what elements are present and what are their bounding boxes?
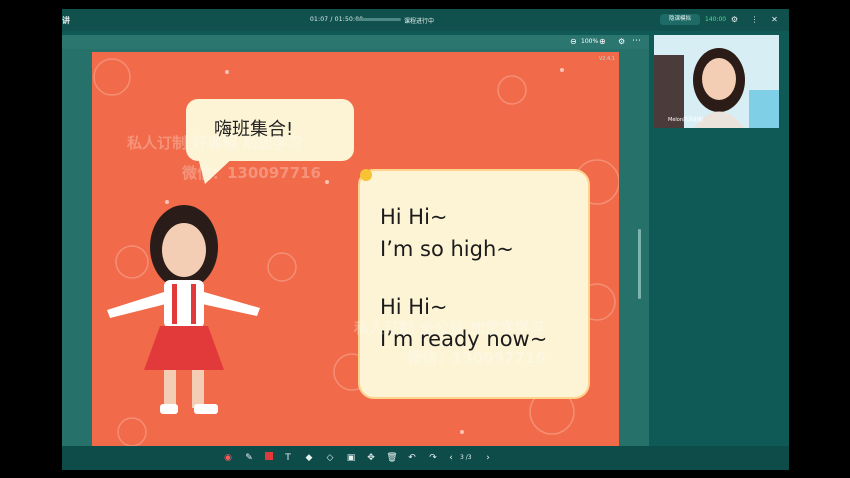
cartoon-girl-figure xyxy=(107,205,260,414)
watermark-1: 私人订制 好课程 助您学习 xyxy=(127,134,303,152)
time-progress-bar xyxy=(356,18,401,21)
board-toolbar: ⊖ 100% ⊕ ⚙ ⋯ xyxy=(62,35,649,49)
vertical-scrollbar[interactable] xyxy=(638,229,641,299)
next-page-icon[interactable]: › xyxy=(482,452,494,464)
save-icon[interactable]: ▣ xyxy=(345,452,357,464)
board-more-icon[interactable]: ⋯ xyxy=(632,36,641,46)
bottom-toolbar: ◉ ✎ T ◆ ◇ ▣ ✥ 🗑 ↶ ↷ ‹ 3 /3 › xyxy=(62,446,789,470)
eraser-icon[interactable]: ◇ xyxy=(324,452,336,464)
teacher-video xyxy=(654,35,779,128)
lyric-line-2: I’m so high~ xyxy=(380,237,514,261)
top-bar: 讲 01:07 / 01:50:00 课程进行中 隐课模拟 140:00 ⚙ ⋮… xyxy=(62,9,789,31)
page-current: 3 xyxy=(460,454,464,461)
color-swatch-icon[interactable] xyxy=(263,452,275,464)
delete-icon[interactable]: 🗑 xyxy=(386,452,398,464)
pen-icon[interactable]: ✎ xyxy=(243,452,255,464)
whiteboard-panel: ⊖ 100% ⊕ ⚙ ⋯ 嗨班集合! Hi Hi~ I’m so high~ H… xyxy=(62,35,649,467)
top-mode-button[interactable]: 隐课模拟 xyxy=(660,14,700,25)
page-total: 3 xyxy=(467,454,472,461)
lesson-slide: 嗨班集合! Hi Hi~ I’m so high~ Hi Hi~ I’m rea… xyxy=(92,52,619,450)
lyric-line-1: Hi Hi~ xyxy=(380,205,448,229)
zoom-out-icon[interactable]: ⊖ xyxy=(570,37,577,46)
network-indicator: 140:00 xyxy=(705,16,727,23)
text-tool-icon[interactable]: T xyxy=(282,452,294,464)
move-icon[interactable]: ✥ xyxy=(365,452,377,464)
undo-icon[interactable]: ↶ xyxy=(406,452,418,464)
board-settings-icon[interactable]: ⚙ xyxy=(618,37,625,46)
zoom-level: 100% xyxy=(581,38,599,45)
top-mode-label: 隐课模拟 xyxy=(668,16,691,22)
version-label: V2.4.1 xyxy=(598,56,615,62)
zoom-in-icon[interactable]: ⊕ xyxy=(599,37,606,46)
watermark-2: 微信：130097716 xyxy=(182,164,321,182)
more-icon[interactable]: ⋮ xyxy=(749,14,760,25)
settings-icon[interactable]: ⚙ xyxy=(729,14,740,25)
teacher-name: Melon芮泽甜甜 xyxy=(668,117,704,123)
lyric-line-3: Hi Hi~ xyxy=(380,295,448,319)
close-icon[interactable]: ✕ xyxy=(769,14,780,25)
teacher-video-feed xyxy=(654,35,779,128)
window-title: 讲 xyxy=(62,16,70,25)
timer-sep: / xyxy=(330,16,333,23)
redo-icon[interactable]: ↷ xyxy=(427,452,439,464)
watermark-3: 私人订制 全公益 加您学学习 xyxy=(354,319,545,337)
prev-page-icon[interactable]: ‹ xyxy=(445,452,457,464)
page-indicator: 3 /3 xyxy=(460,454,472,461)
watermark-4: 微信：130097716 xyxy=(407,349,546,367)
bubble-dot xyxy=(360,169,372,181)
slide-area: 嗨班集合! Hi Hi~ I’m so high~ Hi Hi~ I’m rea… xyxy=(62,49,649,467)
timer-current: 01:07 xyxy=(310,16,329,23)
shape-tool-icon[interactable]: ◆ xyxy=(303,452,315,464)
class-status: 课程进行中 xyxy=(404,18,435,25)
record-icon[interactable]: ◉ xyxy=(222,452,234,464)
